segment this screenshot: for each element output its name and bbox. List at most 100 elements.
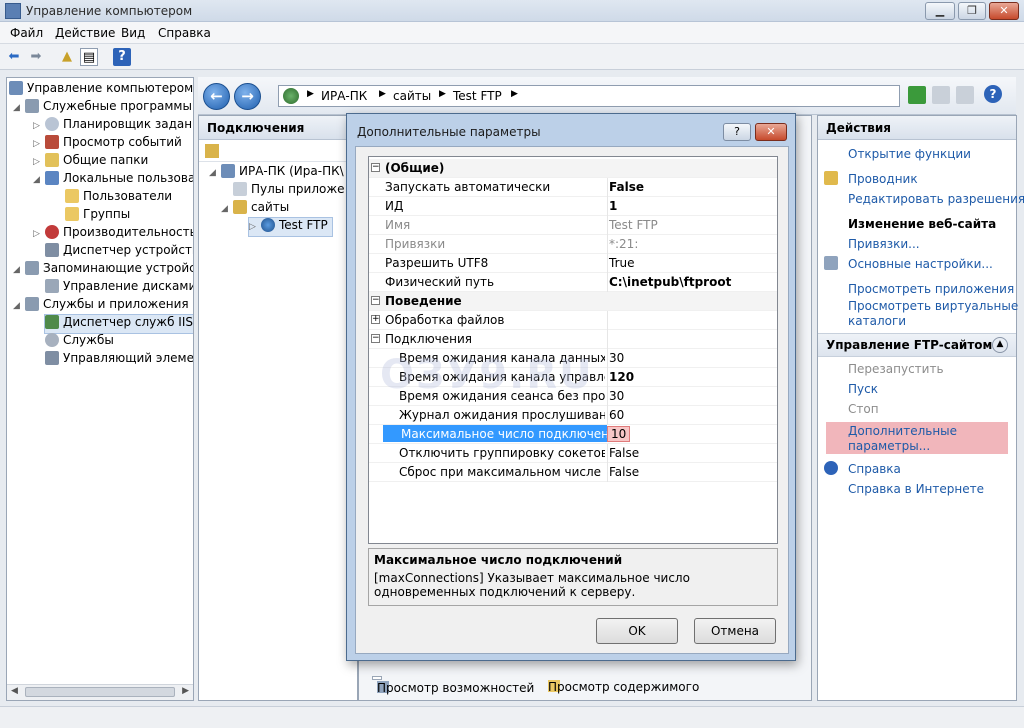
- menu-action[interactable]: Действие: [55, 26, 115, 40]
- tab-features-view[interactable]: Просмотр возможностей: [372, 676, 534, 695]
- computer-management-icon: [5, 3, 21, 19]
- nav-back-button[interactable]: ←: [203, 83, 230, 110]
- collapse-icon[interactable]: ▲: [992, 337, 1008, 353]
- action-view-vdirs-line2[interactable]: каталоги: [848, 314, 906, 328]
- action-bindings[interactable]: Привязки...: [848, 237, 920, 251]
- connect-icon[interactable]: [205, 144, 219, 158]
- property-row[interactable]: Разрешить UTF8 True: [369, 254, 777, 273]
- cancel-button[interactable]: Отмена: [694, 618, 776, 644]
- property-row[interactable]: Журнал ожидания прослушивания с60: [369, 406, 777, 425]
- ok-button[interactable]: OK: [596, 618, 678, 644]
- expand-box-icon[interactable]: +: [371, 315, 380, 324]
- group-general[interactable]: − (Общие): [369, 159, 777, 178]
- menu-help[interactable]: Справка: [158, 26, 211, 40]
- property-grid: − (Общие) Запускать автоматически False ИД…: [368, 156, 778, 544]
- action-explorer[interactable]: Проводник: [848, 172, 918, 186]
- tab-content-view[interactable]: Просмотр содержимого: [544, 676, 699, 694]
- conn-item-server[interactable]: ◢ ИРА-ПК (Ира-ПК\: [209, 164, 344, 182]
- horizontal-scrollbar[interactable]: ◀ ▶: [7, 684, 193, 700]
- tree-item[interactable]: Пользователи: [65, 189, 172, 207]
- tree-item[interactable]: ◢Локальные пользовате: [33, 171, 193, 189]
- breadcrumb-arrow: ▶: [307, 89, 314, 99]
- property-row[interactable]: Отключить группировку сокетов False: [369, 444, 777, 463]
- collapse-box-icon[interactable]: −: [371, 296, 380, 305]
- tree-item[interactable]: Диспетчер устройств: [45, 243, 193, 261]
- action-start[interactable]: Пуск: [848, 382, 878, 396]
- tree-item[interactable]: ◢ Службы и приложения: [13, 297, 189, 315]
- home-icon[interactable]: [956, 86, 974, 104]
- help-icon[interactable]: ?: [113, 48, 131, 66]
- tree-item[interactable]: Управляющий элемен: [45, 351, 193, 369]
- action-edit-site-label: Изменение веб-сайта: [848, 217, 997, 231]
- dialog-help-button[interactable]: ?: [723, 123, 751, 141]
- breadcrumb-sites[interactable]: сайты: [393, 89, 431, 103]
- group-connections[interactable]: − Подключения: [369, 330, 777, 349]
- max-connections-input[interactable]: 10: [607, 426, 631, 442]
- back-icon[interactable]: ⬅: [5, 48, 23, 66]
- property-row[interactable]: Сброс при максимальном числе подFalse: [369, 463, 777, 482]
- minimize-button[interactable]: ▁: [925, 2, 955, 20]
- connections-header: Подключения: [199, 116, 357, 140]
- property-row-selected[interactable]: Максимальное число подключений 10: [369, 425, 777, 444]
- conn-item-app-pools[interactable]: Пулы приложе: [233, 182, 345, 200]
- menu-view[interactable]: Вид: [121, 26, 145, 40]
- help-dropdown-icon[interactable]: ?: [984, 85, 1002, 103]
- action-edit-permissions[interactable]: Редактировать разрешения...: [848, 192, 1024, 206]
- property-row[interactable]: Имя Test FTP: [369, 216, 777, 235]
- property-row[interactable]: Физический путь C:\inetpub\ftproot: [369, 273, 777, 292]
- conn-item-sites[interactable]: ◢ сайты: [221, 200, 289, 218]
- tree-item[interactable]: ▷ Производительность: [33, 225, 193, 243]
- action-advanced-settings[interactable]: Дополнительные: [848, 424, 957, 438]
- action-help[interactable]: Справка: [848, 462, 901, 476]
- breadcrumb-site[interactable]: Test FTP: [453, 89, 502, 103]
- conn-item-test-ftp[interactable]: ▷ Test FTP: [248, 217, 333, 237]
- show-hide-tree-icon[interactable]: ▤: [80, 48, 98, 66]
- status-bar: [0, 706, 1024, 728]
- tree-item[interactable]: ◢ Запоминающие устройст: [13, 261, 193, 279]
- action-open-feature[interactable]: Открытие функции: [848, 147, 971, 161]
- forward-icon[interactable]: ➡: [27, 48, 45, 66]
- collapse-box-icon[interactable]: −: [371, 163, 380, 172]
- actions-header: Действия: [818, 116, 1016, 140]
- group-file-handling[interactable]: + Обработка файлов: [369, 311, 777, 330]
- tree-item[interactable]: Управление дисками: [45, 279, 193, 297]
- address-field[interactable]: ▶ ИРА-ПК ▶ сайты ▶ Test FTP ▶: [278, 85, 900, 107]
- action-view-applications[interactable]: Просмотреть приложения: [848, 282, 1014, 296]
- tree-item[interactable]: ▷ Просмотр событий: [33, 135, 182, 153]
- action-advanced-settings-line2[interactable]: параметры...: [848, 439, 930, 453]
- property-row[interactable]: ИД 1: [369, 197, 777, 216]
- tree-item[interactable]: ▷ Общие папки: [33, 153, 148, 171]
- maximize-button[interactable]: ❐: [958, 2, 986, 20]
- action-stop[interactable]: Стоп: [848, 402, 879, 416]
- menu-file[interactable]: Файл: [10, 26, 43, 40]
- collapse-box-icon[interactable]: −: [371, 334, 380, 343]
- description-text: [maxConnections] Указывает максимальное …: [374, 571, 690, 599]
- tree-item[interactable]: ▷ Планировщик заданий: [33, 117, 193, 135]
- tree-item[interactable]: Управление компьютером (л: [9, 81, 193, 99]
- breadcrumb-server[interactable]: ИРА-ПК: [321, 89, 367, 103]
- scroll-thumb[interactable]: [25, 687, 175, 697]
- scroll-right-icon[interactable]: ▶: [182, 686, 189, 696]
- action-help-online[interactable]: Справка в Интернете: [848, 482, 984, 496]
- breadcrumb-arrow: ▶: [439, 89, 446, 99]
- ftp-manage-group[interactable]: Управление FTP-сайтом ▲: [818, 333, 1016, 357]
- tree-item-iis-selected[interactable]: Диспетчер служб IIS: [44, 314, 193, 334]
- tree-item[interactable]: Службы: [45, 333, 114, 351]
- tree-item[interactable]: ◢ Служебные программы: [13, 99, 192, 117]
- close-button[interactable]: ✕: [989, 2, 1019, 20]
- nav-forward-button[interactable]: →: [234, 83, 261, 110]
- up-folder-icon[interactable]: ▲: [58, 48, 76, 66]
- tree-item[interactable]: Группы: [65, 207, 130, 225]
- group-behavior[interactable]: − Поведение: [369, 292, 777, 311]
- stop-icon[interactable]: [932, 86, 950, 104]
- refresh-icon[interactable]: [908, 86, 926, 104]
- window-title: Управление компьютером: [26, 4, 193, 18]
- action-restart[interactable]: Перезапустить: [848, 362, 944, 376]
- action-basic-settings[interactable]: Основные настройки...: [848, 257, 993, 271]
- shared-folder-icon: [45, 153, 59, 167]
- property-row[interactable]: Привязки *:21:: [369, 235, 777, 254]
- property-row[interactable]: Запускать автоматически False: [369, 178, 777, 197]
- dialog-close-button[interactable]: ✕: [755, 123, 787, 141]
- action-view-vdirs[interactable]: Просмотреть виртуальные: [848, 299, 1018, 313]
- scroll-left-icon[interactable]: ◀: [11, 686, 18, 696]
